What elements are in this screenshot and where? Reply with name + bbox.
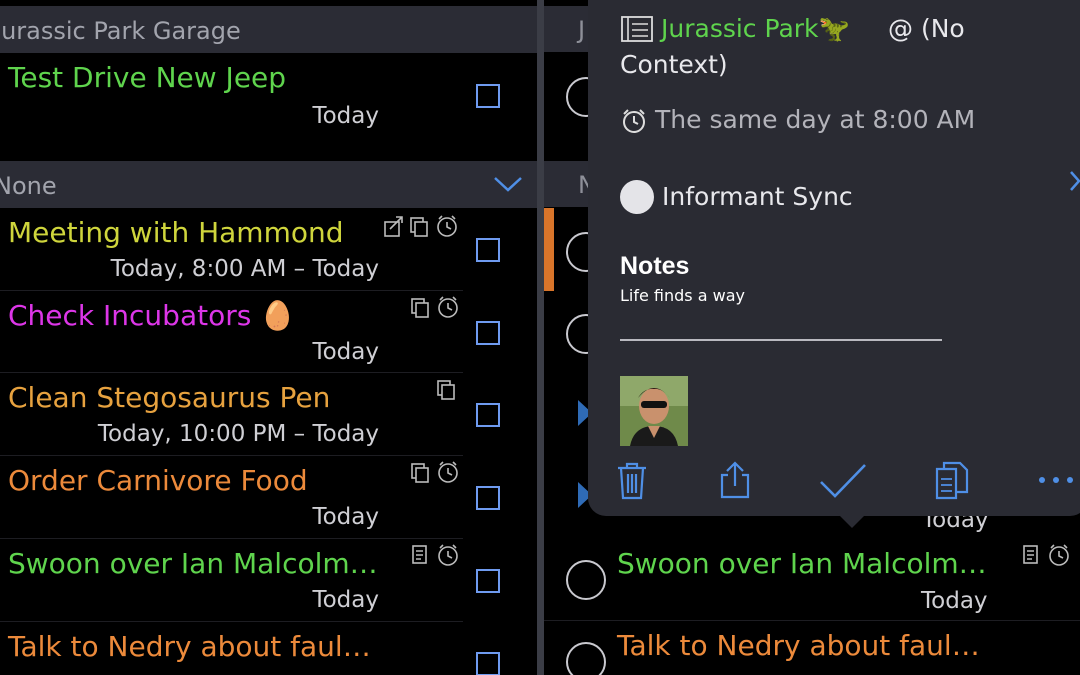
attachment-photo[interactable] [620, 376, 688, 446]
task-row[interactable]: Check Incubators 🥚 Today [0, 291, 537, 373]
project-icon [621, 16, 653, 42]
duplicate-icon[interactable] [934, 461, 970, 501]
context-label-cont[interactable]: Context) [620, 50, 728, 79]
task-title[interactable]: Swoon over Ian Malcolm… [617, 547, 987, 580]
section-header-garage[interactable]: Jurassic Park Garage [0, 6, 537, 53]
section-header-none[interactable]: None [0, 161, 537, 208]
task-row[interactable]: Order Carnivore Food Today [0, 456, 537, 538]
project-name[interactable]: Jurassic Park🦖 [661, 14, 850, 44]
task-date: Today, 8:00 AM – Today [110, 256, 379, 282]
task-row[interactable]: Swoon over Ian Malcolm… Today [0, 539, 537, 621]
task-title: Talk to Nedry about faul… [8, 630, 371, 663]
complete-circle[interactable] [566, 560, 606, 600]
copy-icon [437, 380, 455, 400]
complete-checkbox[interactable] [476, 84, 500, 108]
alarm-icon [411, 461, 458, 483]
task-date: Today [312, 504, 379, 530]
chevron-down-icon[interactable] [493, 175, 523, 193]
checkmark-icon[interactable] [818, 462, 868, 500]
section-title: J [578, 16, 586, 44]
context-label[interactable]: @ (No [888, 14, 965, 43]
notes-underline [620, 339, 942, 341]
task-title: Swoon over Ian Malcolm… [8, 547, 378, 580]
note-icon [412, 544, 458, 566]
section-title: None [0, 172, 57, 200]
alarm-icon [623, 109, 645, 133]
task-date: Today, 10:00 PM – Today [97, 421, 379, 447]
popover-arrow [836, 512, 868, 528]
complete-checkbox[interactable] [476, 486, 500, 510]
task-title: Meeting with Hammond [8, 216, 344, 249]
task-row[interactable]: Test Drive New Jeep Today [0, 53, 537, 160]
task-date: Today [312, 103, 379, 129]
task-title: Order Carnivore Food [8, 464, 308, 497]
task-detail-popover: Jurassic Park🦖 @ (No Context) The same d… [588, 0, 1080, 516]
chevron-right-icon[interactable] [1068, 170, 1080, 192]
task-title: Test Drive New Jeep [8, 61, 287, 94]
copy-icon [411, 296, 458, 318]
row-divider [544, 620, 1080, 621]
share-icon [384, 215, 457, 237]
sync-status-icon [620, 180, 654, 214]
split-view-divider[interactable] [537, 0, 544, 675]
task-title[interactable]: Talk to Nedry about faul… [617, 629, 980, 662]
left-task-list: Jurassic Park Garage Test Drive New Jeep… [0, 0, 537, 675]
notes-heading: Notes [620, 252, 690, 280]
task-date: Today [312, 587, 379, 613]
task-date: Today [921, 588, 988, 614]
task-title: Clean Stegosaurus Pen [8, 381, 331, 414]
share-icon[interactable] [718, 460, 752, 500]
task-row[interactable]: Meeting with Hammond Today, 8:00 AM – To… [0, 208, 537, 290]
task-title: Check Incubators 🥚 [8, 299, 296, 332]
complete-checkbox[interactable] [476, 652, 500, 675]
task-date: Today [312, 339, 379, 365]
note-icon [1023, 544, 1069, 566]
complete-checkbox[interactable] [476, 569, 500, 593]
complete-checkbox[interactable] [476, 321, 500, 345]
task-row[interactable]: Talk to Nedry about faul… [0, 622, 537, 675]
priority-bar [544, 208, 554, 291]
task-row[interactable]: Clean Stegosaurus Pen Today, 10:00 PM – … [0, 373, 537, 455]
sync-label[interactable]: Informant Sync [662, 182, 853, 211]
complete-checkbox[interactable] [476, 403, 500, 427]
section-title: Jurassic Park Garage [0, 17, 241, 45]
reminder-text[interactable]: The same day at 8:00 AM [655, 105, 975, 134]
complete-circle[interactable] [566, 642, 606, 675]
notes-text[interactable]: Life finds a way [620, 286, 745, 305]
complete-checkbox[interactable] [476, 238, 500, 262]
more-icon[interactable] [1036, 474, 1076, 486]
trash-icon[interactable] [615, 461, 649, 501]
